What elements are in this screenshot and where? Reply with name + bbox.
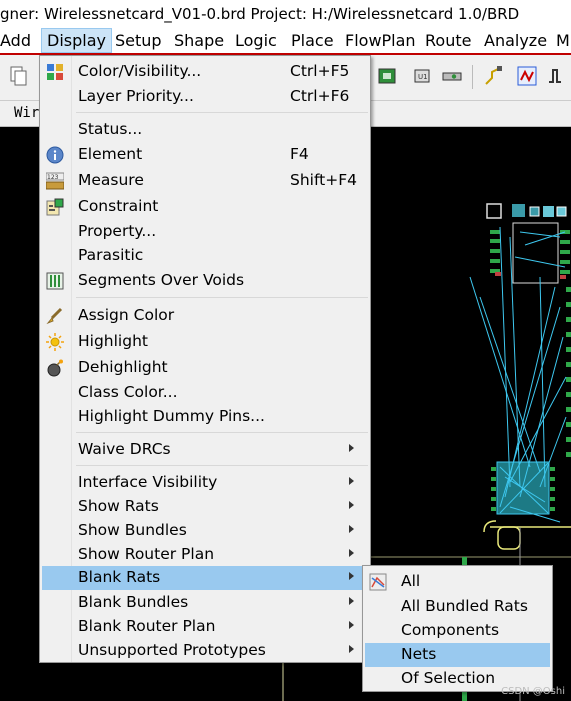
segments-icon (46, 272, 64, 290)
svg-text:123: 123 (47, 174, 59, 181)
menu-item-measure[interactable]: 123 Measure Shift+F4 (42, 169, 368, 193)
menu-analyze[interactable]: Analyze (484, 31, 547, 50)
submenu-item-all-bundled-rats[interactable]: All Bundled Rats (365, 595, 550, 619)
display-menu: Color/Visibility... Ctrl+F5 Layer Priori… (39, 55, 371, 663)
menu-item-highlight[interactable]: Highlight (42, 330, 368, 354)
watermark: CSDN @Oshi (501, 686, 565, 697)
menu-item-constraint[interactable]: Constraint (42, 195, 368, 219)
blank-rats-icon (369, 573, 387, 591)
menu-item-dehighlight[interactable]: Dehighlight (42, 356, 368, 380)
component-icon[interactable] (375, 64, 399, 88)
window-title: gner: Wirelessnetcard_V01-0.brd Project:… (0, 5, 520, 23)
slide-icon[interactable] (515, 64, 539, 88)
submenu-arrow-icon (349, 549, 354, 557)
ic-chip-icon[interactable]: U1 (410, 64, 434, 88)
svg-text:U1: U1 (418, 73, 428, 81)
brush-icon (46, 307, 64, 325)
submenu-arrow-icon (349, 525, 354, 533)
menu-item-parasitic[interactable]: Parasitic (42, 244, 368, 268)
menu-separator (76, 297, 368, 298)
connector-icon[interactable] (440, 64, 464, 88)
menu-flowplan[interactable]: FlowPlan (345, 31, 416, 50)
menu-item-interface-visibility[interactable]: Interface Visibility (42, 471, 368, 495)
submenu-arrow-icon (349, 477, 354, 485)
menu-item-highlight-dummy-pins[interactable]: Highlight Dummy Pins... (42, 405, 368, 429)
menu-item-blank-router-plan[interactable]: Blank Router Plan (42, 615, 368, 639)
bomb-icon (46, 359, 64, 377)
menu-item-assign-color[interactable]: Assign Color (42, 304, 368, 328)
menu-item-blank-rats[interactable]: Blank Rats (42, 566, 368, 590)
window-title-bar: gner: Wirelessnetcard_V01-0.brd Project:… (0, 0, 571, 28)
color-palette-icon (46, 63, 64, 81)
blank-rats-submenu: All All Bundled Rats Components Nets Of … (362, 565, 553, 692)
menu-item-blank-bundles[interactable]: Blank Bundles (42, 591, 368, 615)
sun-icon (46, 333, 64, 351)
submenu-item-all[interactable]: All (365, 570, 550, 594)
menu-item-property[interactable]: Property... (42, 220, 368, 244)
menu-item-show-router-plan[interactable]: Show Router Plan (42, 543, 368, 567)
menu-logic[interactable]: Logic (235, 31, 277, 50)
submenu-arrow-icon (349, 444, 354, 452)
menu-more[interactable]: M (556, 31, 570, 50)
menu-item-status[interactable]: Status... (42, 118, 368, 142)
submenu-arrow-icon (349, 645, 354, 653)
menu-add[interactable]: Add (0, 31, 31, 50)
submenu-item-nets[interactable]: Nets (365, 643, 550, 667)
toolbar-divider (472, 65, 473, 89)
info-icon (46, 146, 64, 164)
menu-item-waive-drcs[interactable]: Waive DRCs (42, 438, 368, 462)
menu-item-class-color[interactable]: Class Color... (42, 381, 368, 405)
menu-route[interactable]: Route (425, 31, 471, 50)
route-icon[interactable] (482, 64, 506, 88)
menu-setup[interactable]: Setup (115, 31, 162, 50)
copy-icon[interactable] (6, 64, 30, 88)
submenu-arrow-icon (349, 501, 354, 509)
menu-separator (76, 432, 368, 433)
menu-shape[interactable]: Shape (174, 31, 224, 50)
menu-separator (76, 112, 368, 113)
menu-display[interactable]: Display (41, 28, 112, 53)
menu-item-layer-priority[interactable]: Layer Priority... Ctrl+F6 (42, 85, 368, 109)
menu-item-show-bundles[interactable]: Show Bundles (42, 519, 368, 543)
menu-item-segments-over-voids[interactable]: Segments Over Voids (42, 269, 368, 293)
measure-icon: 123 (45, 172, 65, 190)
menu-separator (76, 465, 368, 466)
menu-item-element[interactable]: Element F4 (42, 143, 368, 167)
menu-item-unsupported-prototypes[interactable]: Unsupported Prototypes (42, 639, 368, 663)
menu-item-show-rats[interactable]: Show Rats (42, 495, 368, 519)
submenu-arrow-icon (349, 597, 354, 605)
constraint-icon (46, 198, 64, 216)
menu-item-color-visibility[interactable]: Color/Visibility... Ctrl+F5 (42, 60, 368, 84)
submenu-arrow-icon (349, 621, 354, 629)
delay-tune-icon[interactable] (547, 64, 571, 88)
menu-bar: Add Display Setup Shape Logic Place Flow… (0, 28, 571, 55)
submenu-item-components[interactable]: Components (365, 619, 550, 643)
tab-document[interactable]: Wir (14, 105, 39, 121)
menu-place[interactable]: Place (291, 31, 334, 50)
submenu-arrow-icon (349, 572, 354, 580)
